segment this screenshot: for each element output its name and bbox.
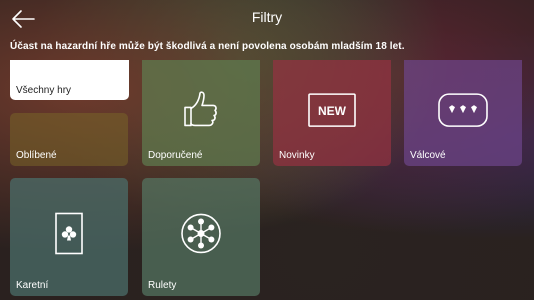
header-bar: Filtry bbox=[0, 0, 534, 38]
tile-label: Karetní bbox=[16, 280, 49, 291]
filter-tile-all-games[interactable]: Všechny hry bbox=[10, 60, 129, 100]
tile-label: Rulety bbox=[148, 280, 177, 291]
thumbs-up-icon bbox=[184, 91, 217, 127]
tile-label: Válcové bbox=[410, 150, 446, 161]
filter-tile-recommended[interactable]: Doporučené bbox=[142, 60, 260, 166]
tile-label: Oblíbené bbox=[16, 150, 57, 161]
tile-label: Všechny hry bbox=[16, 85, 72, 96]
gambling-warning: Účast na hazardní hře může být škodlivá … bbox=[10, 41, 405, 52]
filter-tile-new[interactable]: NEW Novinky bbox=[273, 60, 391, 166]
filter-tile-favorites[interactable]: Oblíbené bbox=[10, 113, 128, 166]
filter-tile-roulette[interactable]: Rulety bbox=[142, 178, 260, 296]
new-badge-text: NEW bbox=[318, 104, 347, 118]
page-title: Filtry bbox=[251, 9, 283, 25]
filter-tile-card-games[interactable]: Karetní bbox=[10, 178, 128, 296]
tile-label: Doporučené bbox=[148, 150, 203, 161]
playing-card-icon bbox=[55, 212, 83, 255]
new-badge-icon: NEW bbox=[308, 93, 356, 127]
filter-tile-slots[interactable]: Válcové bbox=[404, 60, 522, 166]
slot-reels-icon bbox=[438, 93, 488, 127]
roulette-wheel-icon bbox=[181, 213, 221, 254]
tile-label: Novinky bbox=[279, 150, 315, 161]
